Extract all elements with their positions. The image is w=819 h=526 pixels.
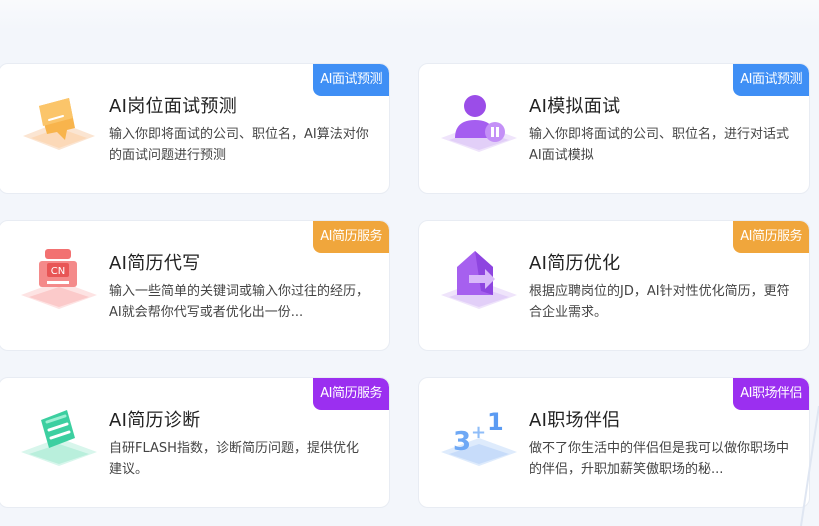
card-description: 自研FLASH指数，诊断简历问题，提供优化建议。 bbox=[109, 441, 359, 477]
card-title: AI简历优化 bbox=[529, 253, 621, 274]
house-arrow-icon bbox=[441, 251, 517, 309]
svg-text:CN: CN bbox=[51, 266, 65, 277]
card-title: AI岗位面试预测 bbox=[109, 96, 238, 117]
card-interview-prediction[interactable]: AI面试预测 AI岗位面试预测 输入你即将面试的公司、职位名，AI算法对你的面试… bbox=[0, 63, 390, 194]
svg-text:1: 1 bbox=[487, 408, 504, 436]
card-badge: AI面试预测 bbox=[313, 64, 389, 96]
card-description: 根据应聘岗位的JD，AI针对性优化简历，更符合企业需求。 bbox=[529, 284, 790, 320]
card-description: 输入你即将面试的公司、职位名，进行对话式AI面试模拟 bbox=[529, 127, 790, 163]
card-resume-writing[interactable]: AI简历服务 CN AI简历代写 输入一些简单的关键词或输入你过往的经历，AI就… bbox=[0, 220, 390, 351]
card-resume-optimization[interactable]: AI简历服务 AI简历优化 根据应聘岗位的JD，AI针对性优化简历，更符合企业需… bbox=[418, 220, 810, 351]
card-badge: AI面试预测 bbox=[733, 64, 809, 96]
card-title: AI职场伴侣 bbox=[529, 410, 621, 431]
card-title: AI简历诊断 bbox=[109, 410, 201, 431]
svg-text:3: 3 bbox=[453, 427, 471, 457]
cn-document-icon: CN bbox=[21, 249, 97, 309]
user-pause-icon bbox=[441, 95, 517, 152]
card-description: 输入一些简单的关键词或输入你过往的经历，AI就会帮你代写或者优化出一份... bbox=[109, 284, 370, 320]
document-check-icon bbox=[21, 410, 97, 466]
three-plus-one-icon: 3 + 1 bbox=[441, 408, 517, 466]
background-decoration bbox=[800, 405, 819, 526]
card-badge: AI简历服务 bbox=[313, 221, 389, 253]
card-badge: AI简历服务 bbox=[313, 378, 389, 410]
card-description: 输入你即将面试的公司、职位名，AI算法对你的面试问题进行预测 bbox=[109, 127, 369, 163]
card-title: AI简历代写 bbox=[109, 253, 201, 274]
card-mock-interview[interactable]: AI面试预测 AI模拟面试 输入你即将面试的公司、职位名，进行对话式AI面试模拟 bbox=[418, 63, 810, 194]
top-band bbox=[0, 0, 819, 30]
chat-bubble-icon bbox=[23, 98, 95, 150]
card-resume-diagnosis[interactable]: AI简历服务 AI简历诊断 自研FLASH指数，诊断简历问题，提供优化建议。 bbox=[0, 377, 390, 508]
svg-text:+: + bbox=[471, 422, 486, 443]
card-description: 做不了你生活中的伴侣但是我可以做你职场中的伴侣，升职加薪笑傲职场的秘... bbox=[529, 441, 790, 477]
card-badge: AI简历服务 bbox=[733, 221, 809, 253]
card-career-companion[interactable]: AI职场伴侣 3 + 1 AI职场伴侣 做不了你生活中的伴侣但是我可以做你职场中… bbox=[418, 377, 810, 508]
card-title: AI模拟面试 bbox=[529, 96, 621, 117]
